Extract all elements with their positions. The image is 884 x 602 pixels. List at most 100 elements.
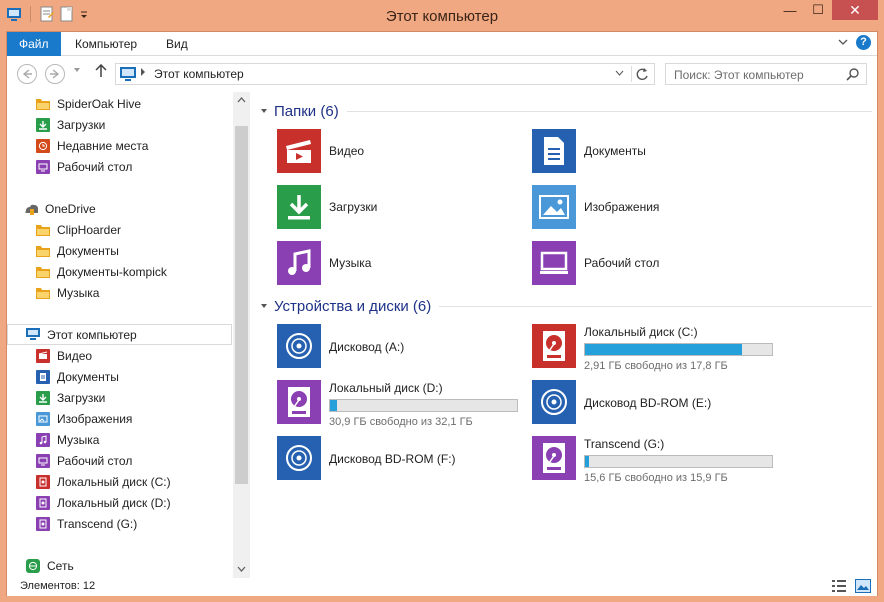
nav-item-recent-places[interactable]: Недавние места (7, 135, 232, 156)
nav-item-disk-d[interactable]: Локальный диск (D:) (7, 492, 232, 513)
local-disk-icon (532, 436, 576, 480)
usage-bar-fill (330, 400, 338, 411)
explorer-window: Этот компьютер — ☐ ✕ Файл Компьютер Вид … (0, 0, 884, 602)
nav-item-desktop-fav[interactable]: Рабочий стол (7, 156, 232, 177)
folder-icon (36, 265, 50, 279)
tile-label: Документы (584, 144, 646, 158)
tab-file[interactable]: Файл (7, 32, 61, 56)
nav-item-label: Музыка (57, 285, 100, 300)
group-divider (346, 111, 872, 112)
nav-item-label: Сеть (47, 558, 74, 573)
nav-item-transcend-g[interactable]: Transcend (G:) (7, 513, 232, 534)
content-pane: Папки (6) Видео Документы Загрузки Изобр… (250, 92, 877, 578)
drive-label: Transcend (G:) (584, 437, 665, 451)
drive-info: Локальный диск (D:) 30,9 ГБ свободно из … (329, 380, 518, 428)
window-title: Этот компьютер (385, 8, 499, 25)
computer-icon (26, 328, 40, 342)
scroll-up-icon[interactable] (233, 92, 250, 109)
search-placeholder[interactable]: Поиск: Этот компьютер (674, 68, 804, 82)
nav-item-label: Transcend (G:) (57, 516, 138, 531)
group-header-folders[interactable]: Папки (6) (260, 103, 872, 120)
local-disk-icon (36, 474, 50, 489)
onedrive-icon (24, 202, 38, 216)
nav-item-music[interactable]: Музыка (7, 429, 232, 450)
folder-tile-documents[interactable]: Документы (532, 129, 646, 173)
nav-item-label: Видео (57, 348, 93, 363)
up-arrow-icon[interactable] (95, 63, 107, 82)
nav-item-documents[interactable]: Документы (7, 366, 232, 387)
address-separator (631, 66, 632, 82)
address-bar[interactable]: Этот компьютер (115, 63, 655, 85)
collapse-group-icon[interactable] (260, 107, 274, 117)
documents-icon (36, 369, 50, 384)
recent-locations-icon[interactable] (73, 66, 81, 76)
nav-item-disk-c[interactable]: Локальный диск (C:) (7, 471, 232, 492)
drive-label: Локальный диск (D:) (329, 381, 443, 395)
tab-view[interactable]: Вид (154, 32, 200, 56)
nav-item-desktop[interactable]: Рабочий стол (7, 450, 232, 471)
drive-tile-c[interactable]: Локальный диск (C:) 2,91 ГБ свободно из … (532, 324, 773, 372)
nav-item-label: Документы (57, 243, 119, 258)
expand-ribbon-icon[interactable] (838, 37, 848, 49)
nav-item-label: Документы-kompick (57, 264, 167, 279)
disc-drive-icon (277, 324, 321, 368)
scroll-down-icon[interactable] (233, 561, 250, 578)
folder-tile-video[interactable]: Видео (277, 129, 364, 173)
group-header-devices[interactable]: Устройства и диски (6) (260, 298, 872, 315)
nav-item-onedrive[interactable]: OneDrive (7, 198, 232, 219)
search-box[interactable]: Поиск: Этот компьютер (665, 63, 867, 85)
nav-item-this-pc[interactable]: Этот компьютер (7, 324, 232, 345)
local-disk-icon (36, 516, 50, 531)
nav-item-onedrive-music[interactable]: Музыка (7, 282, 232, 303)
drive-tile-a[interactable]: Дисковод (A:) (277, 324, 404, 368)
drive-tile-e[interactable]: Дисковод BD-ROM (E:) (532, 380, 711, 424)
nav-item-spideroak[interactable]: SpiderOak Hive (7, 93, 232, 114)
disc-drive-icon (277, 436, 321, 480)
folder-icon (36, 97, 50, 111)
forward-button[interactable] (45, 64, 65, 84)
drive-tile-f[interactable]: Дисковод BD-ROM (F:) (277, 436, 456, 480)
scroll-thumb[interactable] (235, 126, 248, 484)
tile-label: Видео (329, 144, 365, 158)
tiles-view-icon[interactable] (855, 579, 871, 596)
nav-item-video[interactable]: Видео (7, 345, 232, 366)
nav-item-cliphoarder[interactable]: ClipHoarder (7, 219, 232, 240)
folder-tile-music[interactable]: Музыка (277, 241, 371, 285)
minimize-button[interactable]: — (776, 0, 804, 20)
folder-tile-desktop[interactable]: Рабочий стол (532, 241, 659, 285)
details-view-icon[interactable] (831, 579, 847, 596)
nav-item-pictures[interactable]: Изображения (7, 408, 232, 429)
nav-item-label: OneDrive (45, 201, 96, 216)
address-path[interactable]: Этот компьютер (154, 67, 244, 81)
nav-scrollbar[interactable] (233, 92, 250, 578)
tab-computer[interactable]: Компьютер (63, 32, 149, 56)
computer-icon (120, 67, 136, 84)
address-history-icon[interactable] (615, 68, 624, 78)
nav-item-label: Документы (57, 369, 119, 384)
window-frame: Файл Компьютер Вид ? Этот компьютер Поис… (6, 31, 878, 596)
nav-item-downloads[interactable]: Загрузки (7, 387, 232, 408)
search-icon[interactable] (846, 67, 860, 84)
nav-item-label: Загрузки (57, 390, 106, 405)
back-button[interactable] (17, 64, 37, 84)
collapse-group-icon[interactable] (260, 302, 274, 312)
nav-item-downloads-fav[interactable]: Загрузки (7, 114, 232, 135)
nav-item-documents-kompick[interactable]: Документы-kompick (7, 261, 232, 282)
help-button[interactable]: ? (856, 35, 871, 50)
navigation-pane: SpiderOak Hive Загрузки Недавние места Р… (7, 92, 250, 578)
folder-tile-pictures[interactable]: Изображения (532, 185, 659, 229)
tile-label: Рабочий стол (584, 256, 660, 270)
recent-places-icon (36, 138, 50, 153)
drive-tile-g[interactable]: Transcend (G:) 15,6 ГБ свободно из 15,9 … (532, 436, 773, 484)
drive-label: Локальный диск (C:) (584, 325, 698, 339)
nav-item-network[interactable]: Сеть (7, 555, 232, 576)
nav-item-label: Изображения (57, 411, 133, 426)
drive-tile-d[interactable]: Локальный диск (D:) 30,9 ГБ свободно из … (277, 380, 518, 428)
refresh-icon[interactable] (635, 65, 649, 86)
nav-item-onedrive-documents[interactable]: Документы (7, 240, 232, 261)
close-button[interactable]: ✕ (832, 0, 878, 20)
folder-tile-downloads[interactable]: Загрузки (277, 185, 377, 229)
maximize-button[interactable]: ☐ (804, 0, 832, 20)
video-icon (36, 348, 50, 363)
breadcrumb-chevron-icon[interactable] (140, 67, 146, 79)
